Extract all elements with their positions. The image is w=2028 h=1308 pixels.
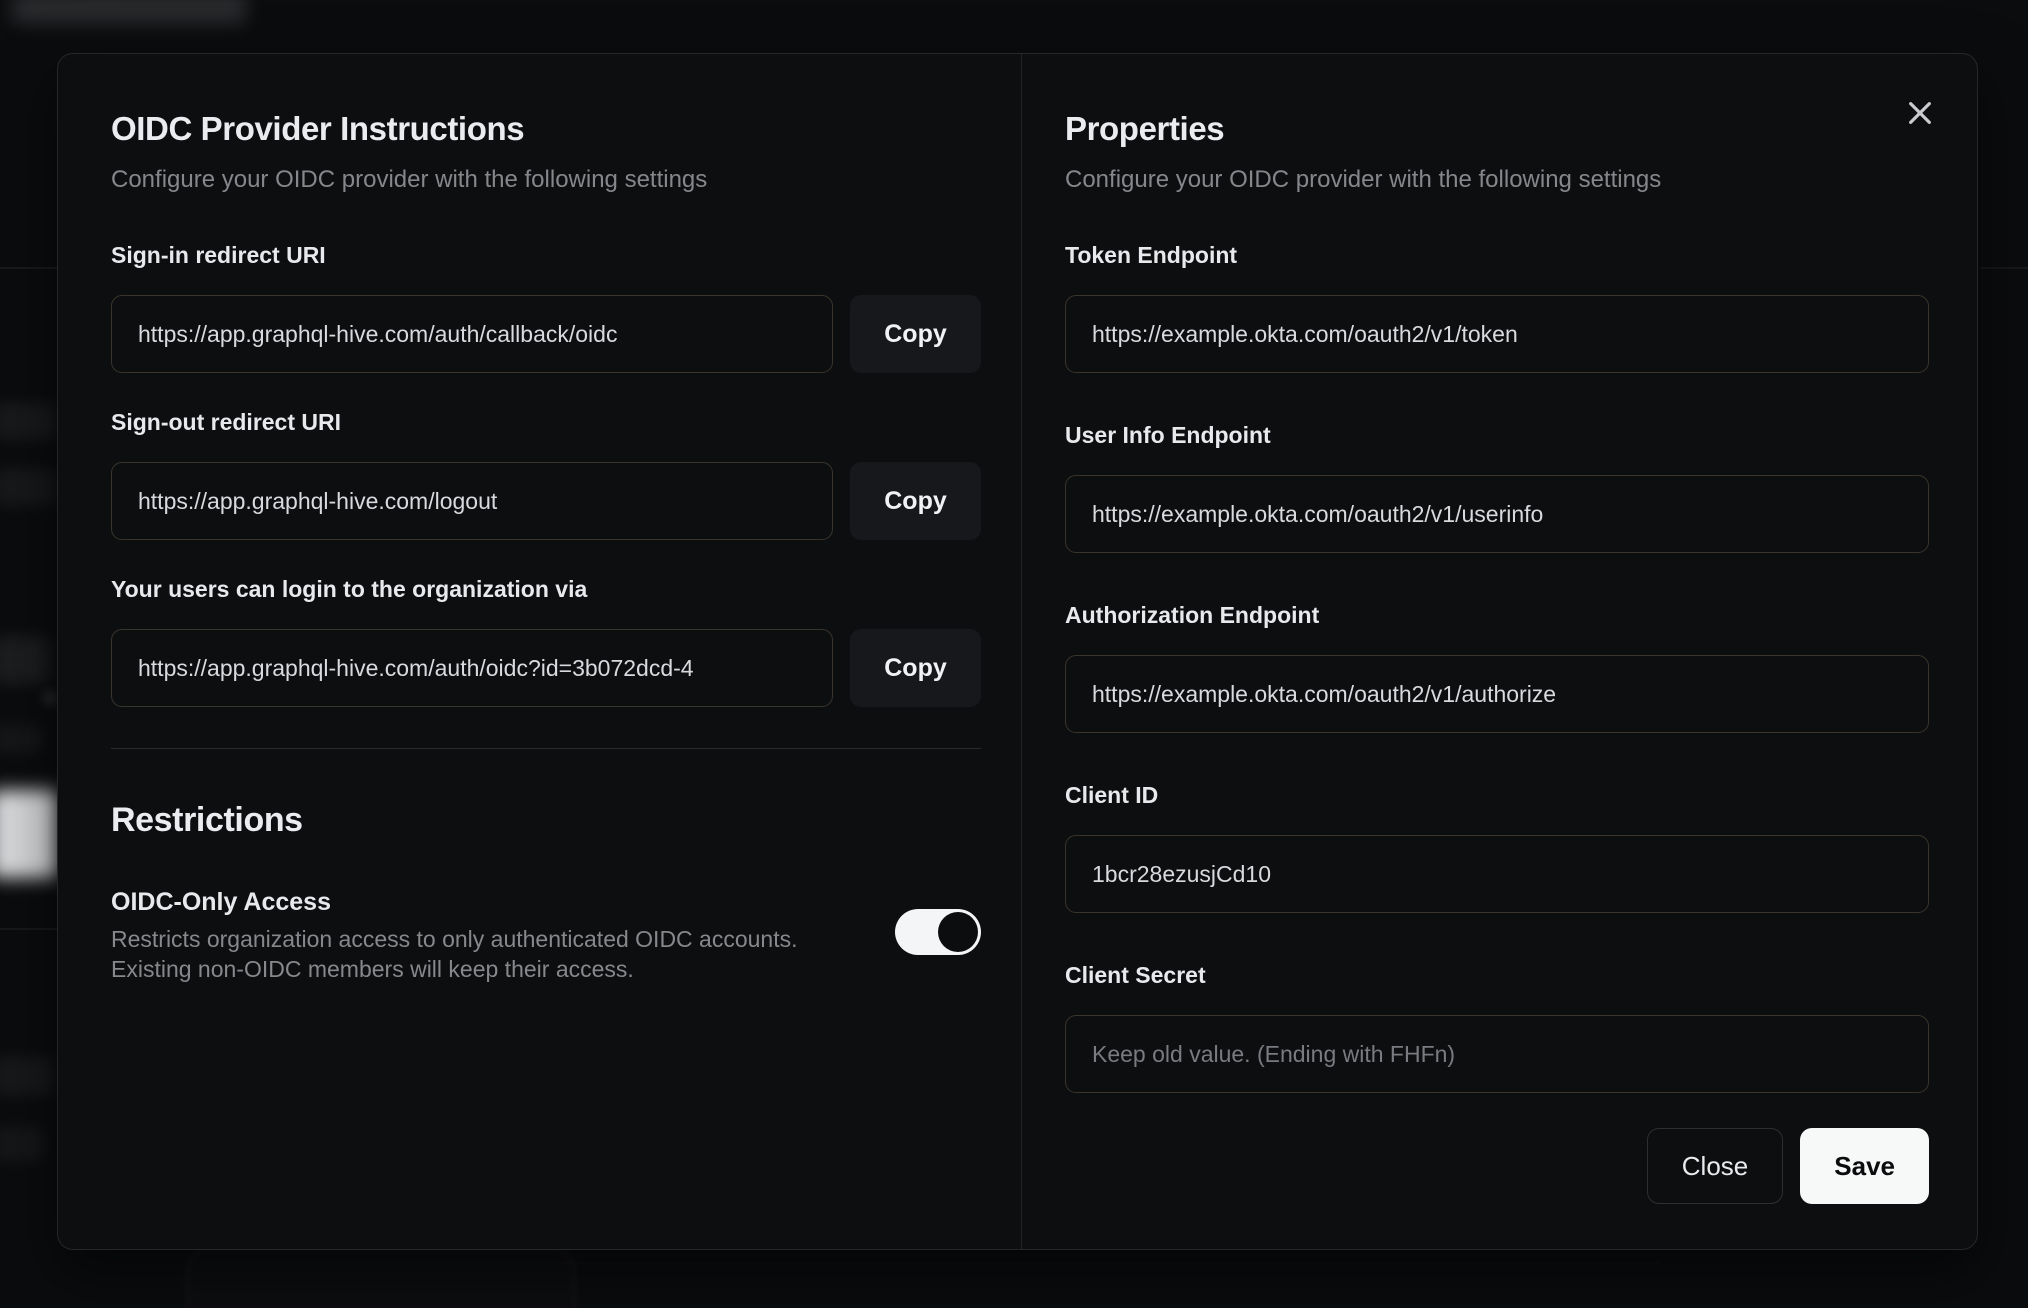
properties-column: Properties Configure your OIDC provider … <box>1021 54 1977 1249</box>
authorization-endpoint-field: Authorization Endpoint <box>1065 601 1929 733</box>
sign-out-redirect-field: Sign-out redirect URI Copy <box>111 408 981 540</box>
organization-login-input[interactable] <box>111 629 833 707</box>
client-secret-field: Client Secret <box>1065 961 1929 1093</box>
copy-sign-out-uri-button[interactable]: Copy <box>850 462 981 540</box>
bg-blur-fragment <box>186 1246 576 1308</box>
oidc-only-access-label: OIDC-Only Access <box>111 888 331 916</box>
sign-in-redirect-label: Sign-in redirect URI <box>111 242 326 268</box>
bg-divider-fragment <box>0 928 57 930</box>
organization-login-field: Your users can login to the organization… <box>111 575 981 707</box>
user-info-endpoint-field: User Info Endpoint <box>1065 421 1929 553</box>
bg-blurred-white-button <box>0 790 58 878</box>
save-button[interactable]: Save <box>1800 1128 1929 1204</box>
client-id-label: Client ID <box>1065 782 1159 808</box>
oidc-only-access-text: OIDC-Only Access Restricts organization … <box>111 887 895 984</box>
sign-out-redirect-input[interactable] <box>111 462 833 540</box>
client-id-field: Client ID <box>1065 781 1929 913</box>
modal-actions: Close Save <box>1065 1128 1929 1204</box>
client-id-input[interactable] <box>1065 835 1929 913</box>
oidc-settings-modal: OIDC Provider Instructions Configure you… <box>57 53 1978 1250</box>
token-endpoint-field: Token Endpoint <box>1065 241 1929 373</box>
modal-close-button[interactable] <box>1897 90 1943 136</box>
instructions-column: OIDC Provider Instructions Configure you… <box>58 54 1021 1249</box>
oidc-only-access-row: OIDC-Only Access Restricts organization … <box>111 887 981 984</box>
bg-blur-fragment <box>0 636 50 684</box>
authorization-endpoint-input[interactable] <box>1065 655 1929 733</box>
oidc-only-access-toggle[interactable] <box>895 909 981 955</box>
authorization-endpoint-label: Authorization Endpoint <box>1065 602 1320 628</box>
instructions-title: OIDC Provider Instructions <box>111 110 525 147</box>
bg-blur-fragment <box>42 690 58 706</box>
restrictions-title: Restrictions <box>111 801 303 839</box>
token-endpoint-input[interactable] <box>1065 295 1929 373</box>
screen: OIDC Provider Instructions Configure you… <box>0 0 2028 1308</box>
token-endpoint-label: Token Endpoint <box>1065 242 1238 268</box>
sign-out-redirect-label: Sign-out redirect URI <box>111 409 342 435</box>
properties-subtitle: Configure your OIDC provider with the fo… <box>1065 166 1662 193</box>
bg-blur-fragment <box>0 1126 44 1162</box>
organization-login-label: Your users can login to the organization… <box>111 576 588 602</box>
user-info-endpoint-label: User Info Endpoint <box>1065 422 1271 448</box>
bg-blur-fragment <box>12 0 247 24</box>
bg-blur-fragment <box>0 724 42 754</box>
bg-divider-fragment <box>0 267 57 269</box>
client-secret-label: Client Secret <box>1065 962 1206 988</box>
properties-title: Properties <box>1065 110 1225 147</box>
copy-login-url-button[interactable]: Copy <box>850 629 981 707</box>
bg-blur-fragment <box>0 468 56 506</box>
bg-blur-fragment <box>0 1056 54 1096</box>
user-info-endpoint-input[interactable] <box>1065 475 1929 553</box>
toggle-knob <box>938 912 978 952</box>
client-secret-input[interactable] <box>1065 1015 1929 1093</box>
bg-divider-fragment <box>1980 267 2028 269</box>
bg-divider-fragment <box>560 1262 1660 1264</box>
sign-in-redirect-input[interactable] <box>111 295 833 373</box>
bg-blur-fragment <box>0 402 56 440</box>
sign-in-redirect-field: Sign-in redirect URI Copy <box>111 241 981 373</box>
section-divider <box>111 748 981 749</box>
close-icon <box>1909 102 1931 124</box>
oidc-only-access-description: Restricts organization access to only au… <box>111 926 798 982</box>
close-button[interactable]: Close <box>1646 1128 1784 1204</box>
instructions-subtitle: Configure your OIDC provider with the fo… <box>111 166 708 193</box>
copy-sign-in-uri-button[interactable]: Copy <box>850 295 981 373</box>
